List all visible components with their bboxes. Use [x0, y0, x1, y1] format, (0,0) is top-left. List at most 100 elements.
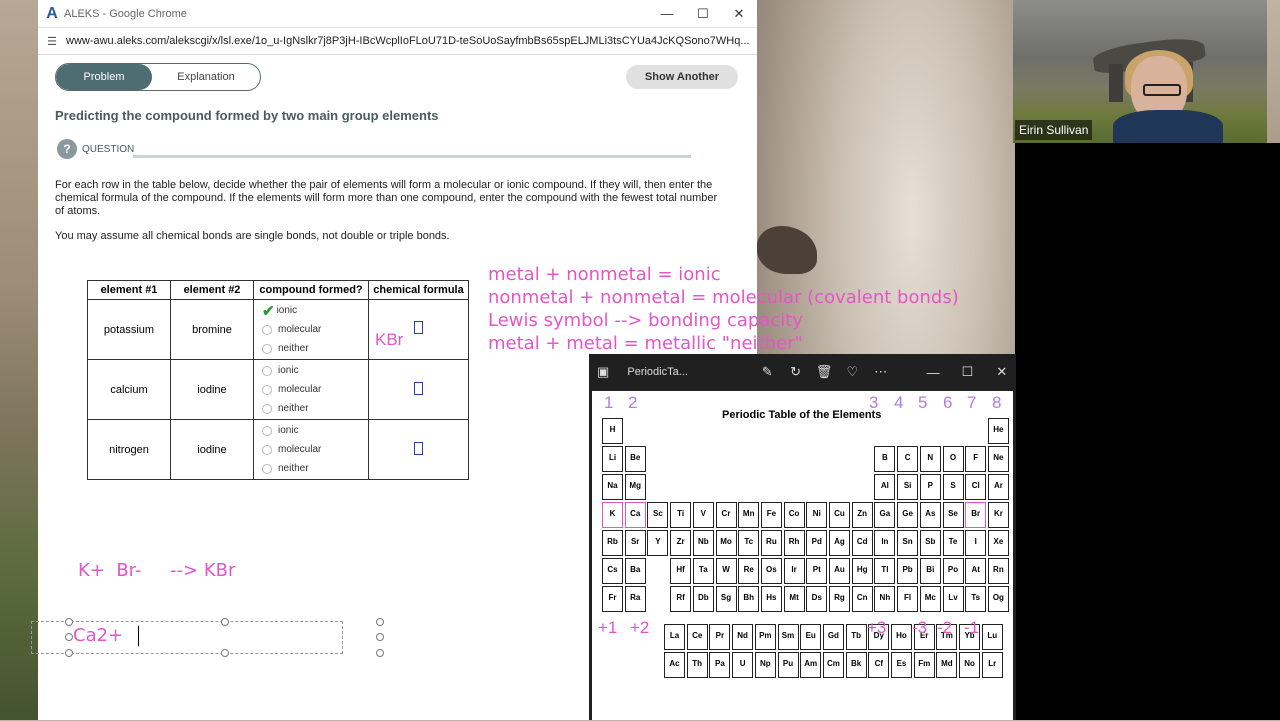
option-molecular[interactable]: molecular — [262, 380, 367, 399]
note-ca-text[interactable]: Ca2+ — [73, 625, 123, 646]
minimize-icon[interactable]: — — [649, 6, 685, 21]
option-neither[interactable]: neither — [262, 339, 367, 358]
note-equation: K+ Br- --> KBr — [78, 560, 236, 581]
element-cell: I — [965, 530, 987, 556]
resize-handle[interactable] — [221, 649, 229, 657]
column-header: compound formed? — [253, 280, 369, 300]
element-cell: Pu — [777, 652, 799, 678]
note-line: nonmetal + nonmetal = molecular (covalen… — [488, 287, 959, 308]
option-label: neither — [278, 343, 309, 354]
radio-button[interactable] — [262, 463, 272, 474]
element-cell: Ne — [987, 446, 1009, 472]
option-ionic[interactable]: ionic — [262, 361, 367, 380]
element-cell: Ho — [891, 624, 912, 650]
option-ionic[interactable]: ✔ ionic — [262, 301, 367, 320]
element-cell: O — [942, 446, 964, 472]
option-neither[interactable]: neither — [262, 399, 367, 418]
tab-problem[interactable]: Problem — [56, 64, 152, 90]
url-text[interactable]: www-awu.aleks.com/alekscgi/x/lsl.exe/1o_… — [66, 35, 749, 47]
formula-cell[interactable]: KBr — [368, 299, 469, 360]
element1-cell: calcium — [87, 359, 171, 420]
element-cell: Sn — [897, 530, 919, 556]
address-bar[interactable]: ☰ www-awu.aleks.com/alekscgi/x/lsl.exe/1… — [38, 28, 757, 55]
option-label: neither — [278, 463, 309, 474]
table-row: nitrogen iodine ionic molecular neither — [87, 419, 469, 480]
more-icon[interactable]: ⋯ — [867, 364, 895, 380]
radio-button[interactable] — [262, 324, 272, 335]
page-title: Predicting the compound formed by two ma… — [55, 108, 439, 123]
option-label: ionic — [276, 305, 298, 316]
radio-button[interactable] — [262, 425, 272, 436]
favorite-icon[interactable]: ♡ — [838, 364, 866, 380]
formula-input-icon[interactable] — [414, 321, 423, 334]
group-annotation: 7 — [967, 393, 977, 412]
aleks-logo-icon: A — [46, 4, 58, 22]
radio-button[interactable] — [262, 444, 272, 455]
formula-cell[interactable] — [368, 419, 469, 480]
resize-handle[interactable] — [221, 618, 229, 626]
resize-handle[interactable] — [376, 618, 384, 626]
maximize-icon[interactable]: ☐ — [685, 6, 721, 22]
element-cell: Cu — [829, 502, 850, 528]
rotate-icon[interactable]: ↻ — [781, 364, 809, 380]
element-cell: Cl — [965, 474, 987, 500]
minimize-icon[interactable]: — — [919, 365, 947, 380]
radio-button[interactable] — [262, 403, 272, 414]
option-ionic[interactable]: ionic — [262, 421, 367, 440]
element-cell: Hf — [670, 558, 692, 584]
tab-explanation[interactable]: Explanation — [152, 64, 260, 90]
option-molecular[interactable]: molecular — [262, 440, 367, 459]
resize-handle[interactable] — [65, 633, 73, 641]
presenter-body — [1113, 110, 1223, 143]
element-cell: Lr — [981, 652, 1003, 678]
radio-button[interactable] — [262, 365, 272, 376]
formula-handwritten: KBr — [375, 330, 404, 349]
site-settings-icon[interactable]: ☰ — [38, 35, 66, 48]
column-header: element #1 — [87, 280, 171, 300]
title-bar: A ALEKS - Google Chrome — ☐ ✕ — [38, 0, 757, 28]
charge-annotation: -1 — [964, 618, 980, 637]
participant-name: Eirin Sullivan — [1015, 120, 1093, 140]
column-header: chemical formula — [368, 280, 469, 300]
option-neither[interactable]: neither — [262, 459, 367, 478]
periodic-table-title: Periodic Table of the Elements — [722, 409, 882, 421]
element-cell: Np — [754, 652, 776, 678]
maximize-icon[interactable]: ☐ — [953, 364, 981, 380]
element-cell: Pt — [806, 558, 828, 584]
resize-handle[interactable] — [376, 649, 384, 657]
edit-icon[interactable]: ✎ — [753, 364, 781, 380]
element-cell: Co — [783, 502, 805, 528]
element-cell: He — [987, 418, 1009, 444]
formula-cell[interactable] — [368, 359, 469, 420]
option-label: molecular — [278, 324, 322, 335]
element-cell: Pa — [709, 652, 731, 678]
element-cell: Lu — [981, 624, 1003, 650]
element-cell: Es — [891, 652, 912, 678]
element-cell: Pm — [754, 624, 776, 650]
element-cell: Ds — [806, 586, 828, 612]
element-cell: Kr — [987, 502, 1009, 528]
image-icon[interactable]: ▣ — [589, 364, 617, 380]
question-label: QUESTION — [82, 144, 135, 155]
note-line: Lewis symbol --> bonding capacity — [488, 310, 803, 331]
radio-button[interactable] — [262, 384, 272, 395]
delete-icon[interactable]: 🗑 — [810, 364, 838, 380]
resize-handle[interactable] — [65, 649, 73, 657]
radio-button[interactable] — [262, 343, 272, 354]
instructions: For each row in the table below, decide … — [55, 179, 718, 217]
element-cell: Rf — [670, 586, 692, 612]
element-cell: Th — [686, 652, 708, 678]
element-cell: Nh — [874, 586, 896, 612]
element-cell: Sb — [919, 530, 941, 556]
close-icon[interactable]: ✕ — [988, 364, 1016, 380]
option-molecular[interactable]: molecular — [262, 320, 367, 339]
formula-input-icon[interactable] — [414, 441, 423, 455]
close-icon[interactable]: ✕ — [721, 6, 757, 22]
element-cell: Xe — [987, 530, 1009, 556]
element-cell: Se — [942, 502, 964, 528]
resize-handle[interactable] — [65, 618, 73, 626]
formula-input-icon[interactable] — [414, 381, 423, 395]
show-another-button[interactable]: Show Another — [626, 65, 738, 89]
resize-handle[interactable] — [376, 633, 384, 641]
element-cell: Ba — [624, 558, 646, 584]
